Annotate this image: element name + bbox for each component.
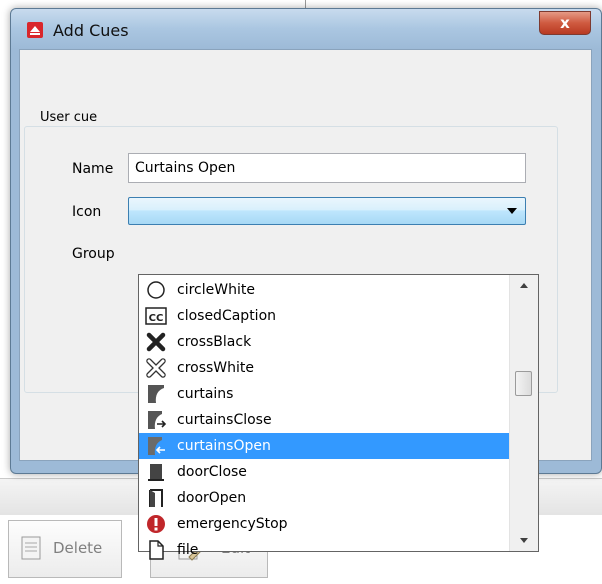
delete-icon (21, 536, 41, 560)
window-title: Add Cues (53, 21, 129, 40)
dropdown-scrollbar[interactable] (509, 275, 538, 551)
door-close-icon (148, 464, 164, 481)
list-item-label: doorOpen (177, 490, 247, 506)
groupbox-legend: User cue (36, 110, 102, 125)
list-item-label: crossWhite (177, 360, 255, 376)
chevron-down-icon[interactable] (507, 208, 517, 214)
list-item[interactable]: CC closedCaption (139, 303, 510, 329)
scroll-thumb[interactable] (515, 371, 532, 396)
scroll-down-button[interactable] (510, 531, 538, 551)
file-icon (149, 540, 164, 560)
group-label: Group (72, 246, 115, 262)
list-item-label: doorClose (177, 464, 247, 480)
title-bar[interactable]: Add Cues x (11, 9, 601, 51)
list-item-label: crossBlack (177, 334, 252, 350)
cross-black-icon (146, 332, 166, 352)
list-item[interactable]: emergencyStop (139, 511, 510, 537)
emergency-stop-icon (147, 515, 165, 533)
close-icon: x (560, 14, 570, 32)
dropdown-items: circleWhite CC closedCaption crossBlack … (139, 277, 510, 563)
list-item-label: curtainsOpen (177, 438, 271, 454)
list-item[interactable]: doorClose (139, 459, 510, 485)
list-item[interactable]: circleWhite (139, 277, 510, 303)
delete-button[interactable]: Delete (8, 520, 122, 578)
circle-white-icon (147, 281, 165, 299)
list-item-label: file (177, 542, 199, 558)
curtains-icon (148, 385, 164, 403)
app-icon (27, 22, 43, 38)
delete-label: Delete (53, 539, 103, 557)
list-item[interactable]: curtains (139, 381, 510, 407)
close-button[interactable]: x (539, 11, 591, 35)
list-item-label: curtains (177, 386, 234, 402)
scroll-up-arrow-icon (520, 283, 528, 288)
list-item-label: emergencyStop (177, 516, 288, 532)
icon-dropdown[interactable] (128, 197, 526, 225)
cross-white-icon (146, 358, 166, 378)
curtains-close-icon (148, 411, 167, 429)
list-item[interactable]: doorOpen (139, 485, 510, 511)
list-item[interactable]: crossBlack (139, 329, 510, 355)
curtains-open-icon (148, 437, 165, 455)
door-open-icon (149, 489, 163, 507)
icon-dropdown-list[interactable]: circleWhite CC closedCaption crossBlack … (138, 274, 539, 560)
name-input[interactable] (128, 153, 526, 183)
closed-caption-icon: CC (145, 307, 167, 325)
list-item-label: circleWhite (177, 282, 255, 298)
scroll-up-button[interactable] (510, 275, 538, 295)
list-item[interactable]: crossWhite (139, 355, 510, 381)
scroll-down-arrow-icon (520, 538, 528, 543)
list-item-label: curtainsClose (177, 412, 272, 428)
list-item-selected[interactable]: curtainsOpen (139, 433, 510, 459)
name-label: Name (72, 161, 114, 177)
list-item-label: closedCaption (177, 308, 277, 324)
cc-text: CC (149, 313, 164, 324)
list-item[interactable]: curtainsClose (139, 407, 510, 433)
list-item[interactable]: file (139, 537, 510, 563)
icon-label: Icon (72, 204, 102, 220)
